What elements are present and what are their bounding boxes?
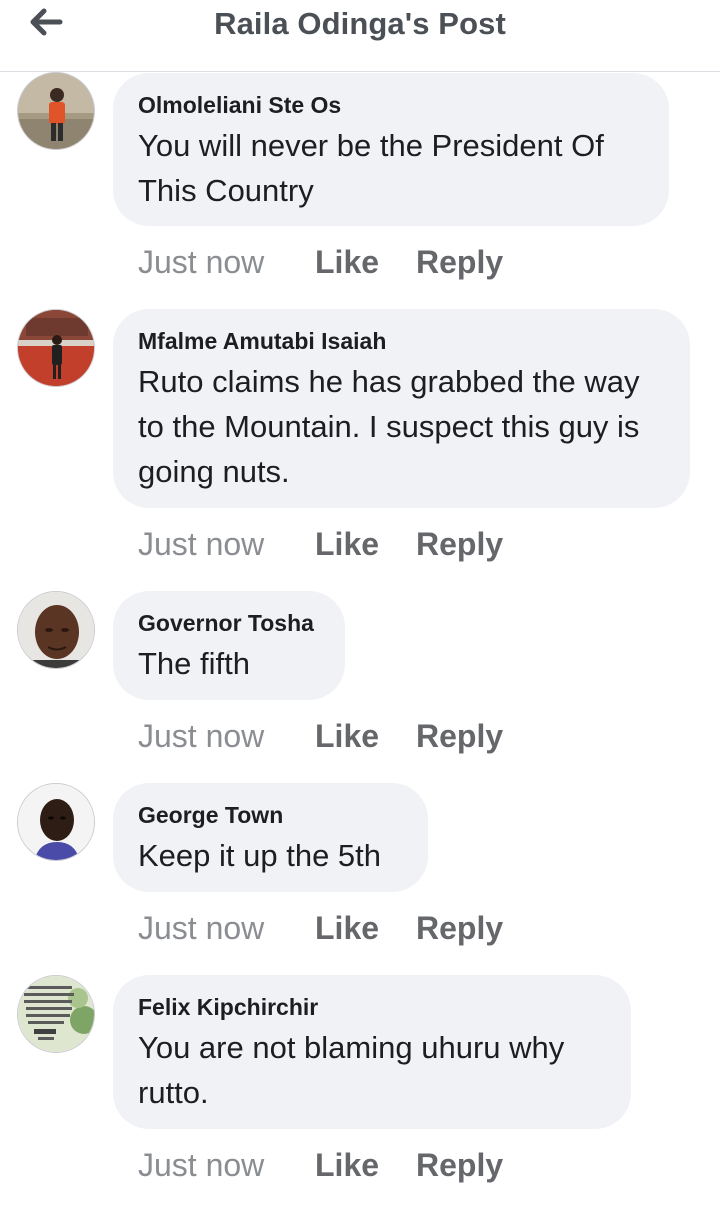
comment-actions: Just now Like Reply xyxy=(138,242,503,282)
comment-actions: Just now Like Reply xyxy=(138,908,503,948)
avatar[interactable] xyxy=(17,72,95,150)
comment-bubble: Governor Tosha The fifth xyxy=(113,591,345,700)
comment-author[interactable]: George Town xyxy=(138,801,404,829)
reply-button[interactable]: Reply xyxy=(416,524,503,564)
comment-text: You will never be the President Of This … xyxy=(138,128,604,208)
comment-author[interactable]: Olmoleliani Ste Os xyxy=(138,91,645,119)
comment-text: Keep it up the 5th xyxy=(138,838,382,873)
comment-author[interactable]: Governor Tosha xyxy=(138,609,321,637)
comment-timestamp: Just now xyxy=(138,244,265,280)
comment-author[interactable]: Felix Kipchirchir xyxy=(138,993,607,1021)
comment-bubble: Olmoleliani Ste Os You will never be the… xyxy=(113,73,669,226)
like-button[interactable]: Like xyxy=(315,908,379,948)
comment-bubble: Felix Kipchirchir You are not blaming uh… xyxy=(113,975,631,1129)
like-button[interactable]: Like xyxy=(315,1145,379,1185)
comment-bubble: Mfalme Amutabi Isaiah Ruto claims he has… xyxy=(113,309,690,508)
avatar[interactable] xyxy=(17,783,95,861)
like-button[interactable]: Like xyxy=(315,524,379,564)
comment-text: You are not blaming uhuru why rutto. xyxy=(138,1030,565,1110)
like-button[interactable]: Like xyxy=(315,716,379,756)
comment-actions: Just now Like Reply xyxy=(138,716,503,756)
top-bar: Raila Odinga's Post xyxy=(0,0,720,72)
comment-actions: Just now Like Reply xyxy=(138,524,503,564)
comment-timestamp: Just now xyxy=(138,718,265,754)
comment-author[interactable]: Mfalme Amutabi Isaiah xyxy=(138,327,666,355)
avatar[interactable] xyxy=(17,309,95,387)
reply-button[interactable]: Reply xyxy=(416,908,503,948)
comment-timestamp: Just now xyxy=(138,526,265,562)
comment-text: The fifth xyxy=(138,646,250,681)
avatar[interactable] xyxy=(17,975,95,1053)
comment-text: Ruto claims he has grabbed the way to th… xyxy=(138,364,640,489)
comment-actions: Just now Like Reply xyxy=(138,1145,503,1185)
like-button[interactable]: Like xyxy=(315,242,379,282)
reply-button[interactable]: Reply xyxy=(416,242,503,282)
comment-timestamp: Just now xyxy=(138,1147,265,1183)
page-title: Raila Odinga's Post xyxy=(214,6,506,41)
reply-button[interactable]: Reply xyxy=(416,716,503,756)
avatar[interactable] xyxy=(17,591,95,669)
comment-timestamp: Just now xyxy=(138,910,265,946)
comment-bubble: George Town Keep it up the 5th xyxy=(113,783,428,892)
reply-button[interactable]: Reply xyxy=(416,1145,503,1185)
